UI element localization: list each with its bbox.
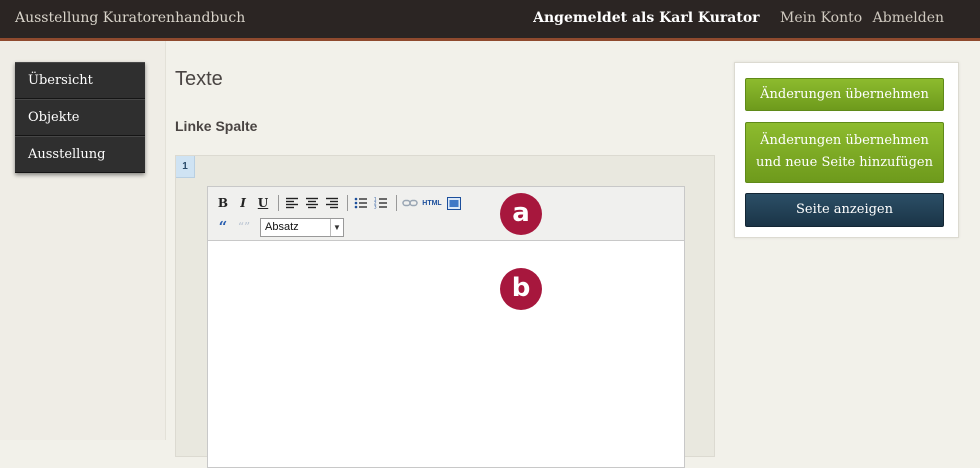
bullet-list-icon[interactable] bbox=[352, 194, 370, 212]
align-left-icon[interactable] bbox=[283, 194, 301, 212]
section-title: Linke Spalte bbox=[175, 118, 258, 134]
underline-icon[interactable]: U bbox=[254, 194, 272, 212]
chevron-down-icon: ▼ bbox=[330, 218, 343, 236]
unquote-icon[interactable]: “” bbox=[234, 218, 254, 236]
user-nav: Angemeldet als Karl Kurator Mein Konto A… bbox=[533, 10, 944, 26]
italic-icon[interactable]: I bbox=[234, 194, 252, 212]
site-title[interactable]: Ausstellung Kuratorenhandbuch bbox=[15, 10, 245, 26]
html-icon[interactable]: HTML bbox=[421, 194, 443, 212]
rich-text-editor: B I U 1 2 3 HTML “ “” Absatz ▼ bbox=[207, 186, 685, 468]
toolbar-row-2: “ “” Absatz ▼ bbox=[214, 217, 344, 237]
page-title: Texte bbox=[175, 68, 223, 90]
link-icon[interactable] bbox=[401, 194, 419, 212]
editor-content-area[interactable] bbox=[208, 241, 684, 467]
save-changes-label: Änderungen übernehmen bbox=[760, 87, 929, 102]
row-number[interactable]: 1 bbox=[176, 156, 195, 178]
save-and-add-page-button[interactable]: Änderungen übernehmen und neue Seite hin… bbox=[745, 122, 944, 183]
align-right-icon[interactable] bbox=[323, 194, 341, 212]
view-page-label: Seite anzeigen bbox=[795, 202, 894, 217]
align-center-icon[interactable] bbox=[303, 194, 321, 212]
format-select-value: Absatz bbox=[265, 220, 299, 233]
svg-text:3: 3 bbox=[374, 205, 377, 210]
sidebar-item-overview[interactable]: Übersicht bbox=[15, 62, 145, 99]
html-icon-label: HTML bbox=[422, 199, 442, 207]
toolbar-separator bbox=[278, 195, 279, 211]
format-select[interactable]: Absatz ▼ bbox=[260, 217, 344, 237]
editor-block: 1 B I U 1 2 3 HTML “ “” Absatz ▼ bbox=[175, 155, 715, 468]
editor-toolbar: B I U 1 2 3 HTML “ “” Absatz ▼ bbox=[208, 187, 684, 241]
fullscreen-icon[interactable] bbox=[445, 194, 463, 212]
save-and-add-label-line1: Änderungen übernehmen bbox=[760, 133, 929, 148]
main-content: Texte Linke Spalte 1 B I U 1 2 3 HTML “ … bbox=[166, 41, 726, 468]
toolbar-row-1: B I U 1 2 3 HTML bbox=[214, 193, 465, 213]
sidebar-nav: Übersicht Objekte Ausstellung bbox=[15, 62, 145, 173]
save-changes-button[interactable]: Änderungen übernehmen bbox=[745, 78, 944, 111]
blockquote-icon[interactable]: “ bbox=[214, 218, 232, 236]
view-page-button[interactable]: Seite anzeigen bbox=[745, 193, 944, 227]
save-and-add-label-line2: und neue Seite hinzufügen bbox=[756, 155, 933, 170]
left-column: Übersicht Objekte Ausstellung bbox=[0, 41, 166, 440]
top-bar: Ausstellung Kuratorenhandbuch Angemeldet… bbox=[0, 0, 980, 41]
logout-link[interactable]: Abmelden bbox=[873, 10, 944, 26]
actions-panel: Änderungen übernehmen Änderungen überneh… bbox=[734, 62, 959, 238]
toolbar-separator bbox=[396, 195, 397, 211]
sidebar-item-objects[interactable]: Objekte bbox=[15, 99, 145, 136]
toolbar-separator bbox=[347, 195, 348, 211]
marker-a: a bbox=[500, 193, 542, 235]
numbered-list-icon[interactable]: 123 bbox=[372, 194, 390, 212]
logged-in-user: Angemeldet als Karl Kurator bbox=[533, 10, 760, 26]
bold-icon[interactable]: B bbox=[214, 194, 232, 212]
my-account-link[interactable]: Mein Konto bbox=[780, 10, 862, 26]
sidebar-item-exhibition[interactable]: Ausstellung bbox=[15, 136, 145, 173]
marker-b: b bbox=[500, 268, 542, 310]
